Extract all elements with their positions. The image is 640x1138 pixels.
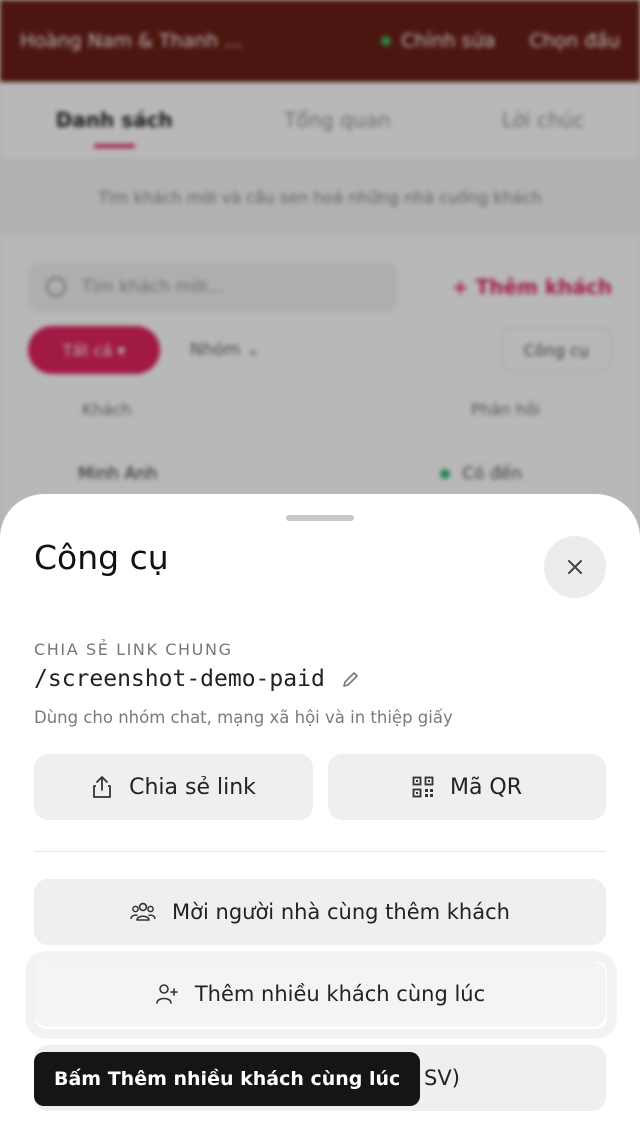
users-group-icon	[130, 901, 156, 923]
share-link-button[interactable]: Chia sẻ link	[34, 754, 313, 820]
import-csv-label: SV)	[424, 1066, 460, 1090]
share-icon	[91, 775, 113, 799]
guide-tooltip: Bấm Thêm nhiều khách cùng lúc	[34, 1052, 421, 1106]
tooltip-text: Bấm Thêm nhiều khách cùng lúc	[54, 1068, 401, 1090]
qr-code-button[interactable]: Mã QR	[328, 754, 606, 820]
sheet-title: Công cụ	[34, 538, 169, 577]
qr-code-icon	[412, 776, 434, 798]
share-link-label: Chia sẻ link	[129, 774, 256, 800]
link-path-text: /screenshot-demo-paid	[34, 666, 325, 692]
share-link-description: Dùng cho nhóm chat, mạng xã hội và in th…	[34, 708, 453, 727]
invite-family-label: Mời người nhà cùng thêm khách	[172, 900, 510, 924]
highlight-ring	[26, 952, 616, 1038]
close-button[interactable]	[544, 536, 606, 598]
invite-family-button[interactable]: Mời người nhà cùng thêm khách	[34, 879, 606, 945]
close-icon	[568, 560, 582, 574]
section-divider	[34, 851, 606, 852]
edit-link-button[interactable]	[341, 669, 361, 689]
share-link-path: /screenshot-demo-paid	[34, 666, 361, 692]
tools-bottom-sheet: Công cụ CHIA SẺ LINK CHUNG /screenshot-d…	[0, 494, 640, 1138]
share-section-label: CHIA SẺ LINK CHUNG	[34, 640, 233, 659]
pencil-icon	[342, 672, 358, 687]
sheet-drag-handle[interactable]	[286, 515, 354, 521]
qr-code-label: Mã QR	[449, 774, 523, 800]
